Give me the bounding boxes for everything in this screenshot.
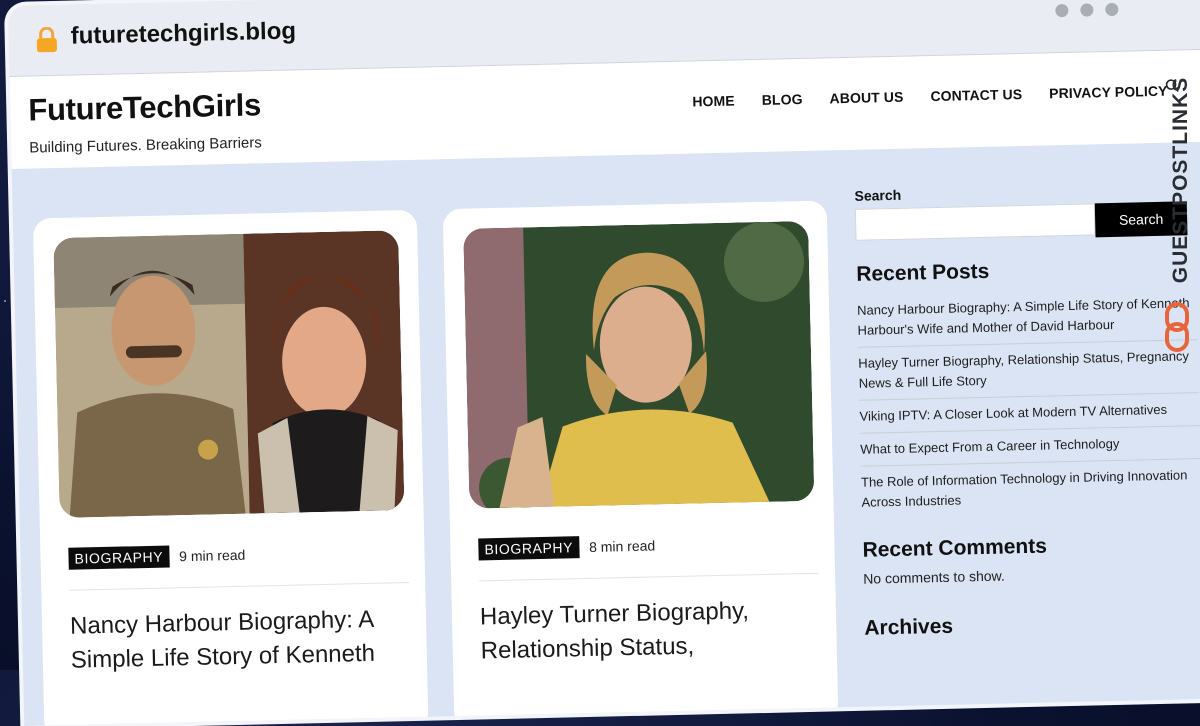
post-title[interactable]: Nancy Harbour Biography: A Simple Life S… <box>70 602 411 678</box>
recent-post-link[interactable]: Nancy Harbour Biography: A Simple Life S… <box>856 287 1198 348</box>
recent-posts-heading: Recent Posts <box>856 259 990 286</box>
read-time: 8 min read <box>588 537 656 555</box>
main-nav: HOME BLOG ABOUT US CONTACT US PRIVACY PO… <box>692 83 1168 110</box>
post-image-nancy-harbour[interactable] <box>53 230 405 518</box>
window-dot-2[interactable] <box>1080 3 1094 17</box>
window-dot-3[interactable] <box>1105 2 1119 17</box>
lock-icon <box>36 26 57 53</box>
search-input[interactable] <box>854 203 1096 241</box>
search-label: Search <box>854 186 902 204</box>
window-controls <box>1055 2 1119 18</box>
search-form: Search <box>854 201 1196 243</box>
category-badge[interactable]: BIOGRAPHY <box>478 536 580 561</box>
guestpostlinks-watermark: GUESTPOSTLINKS <box>1148 58 1200 358</box>
watermark-text: GUESTPOSTLINKS <box>1169 76 1192 284</box>
post-meta: BIOGRAPHY 9 min read <box>68 544 246 570</box>
window-dot-1[interactable] <box>1055 3 1069 18</box>
nav-item-contact-us[interactable]: CONTACT US <box>930 86 1022 104</box>
archives-heading: Archives <box>864 614 954 640</box>
category-badge[interactable]: BIOGRAPHY <box>68 545 170 570</box>
divider <box>69 582 410 591</box>
recent-post-link[interactable]: The Role of Information Technology in Dr… <box>861 459 1200 519</box>
no-comments-text: No comments to show. <box>863 567 1005 587</box>
nav-item-about-us[interactable]: ABOUT US <box>829 89 903 107</box>
post-card[interactable]: BIOGRAPHY 8 min read Hayley Turner Biogr… <box>442 200 839 726</box>
post-title[interactable]: Hayley Turner Biography, Relationship St… <box>480 593 821 669</box>
post-image-hayley-turner[interactable] <box>463 220 815 509</box>
main-content: BIOGRAPHY 9 min read Nancy Harbour Biogr… <box>12 141 1200 726</box>
chain-link-icon <box>1165 302 1189 352</box>
post-meta: BIOGRAPHY 8 min read <box>478 534 656 561</box>
site-title[interactable]: FutureTechGirls <box>28 87 261 128</box>
divider <box>479 572 820 582</box>
browser-window: futuretechgirls.blog FutureTechGirls Bui… <box>8 0 1200 726</box>
recent-comments-heading: Recent Comments <box>862 534 1048 562</box>
nav-item-home[interactable]: HOME <box>692 93 735 110</box>
site-tagline: Building Futures. Breaking Barriers <box>29 134 262 157</box>
address-bar-url[interactable]: futuretechgirls.blog <box>70 17 296 50</box>
nav-item-blog[interactable]: BLOG <box>762 91 803 108</box>
read-time: 9 min read <box>179 546 246 565</box>
post-card[interactable]: BIOGRAPHY 9 min read Nancy Harbour Biogr… <box>32 209 429 726</box>
